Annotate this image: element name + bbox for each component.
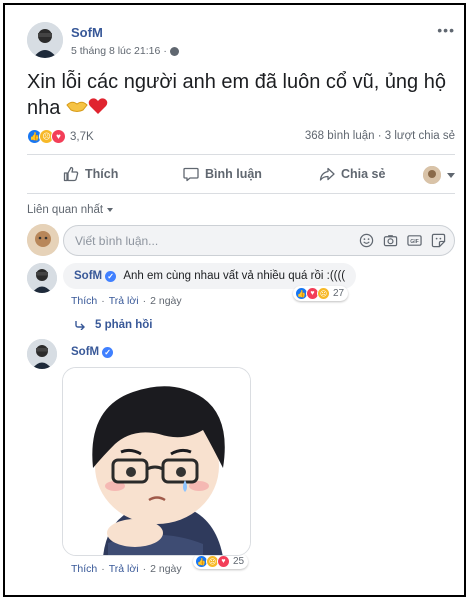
divider [27, 193, 455, 194]
comment-actions: Thích · Trả lời · 2 ngày [71, 563, 182, 575]
comment-sticker[interactable] [62, 367, 251, 556]
comment-placeholder: Viết bình luận... [75, 234, 159, 248]
handshake-emoji-icon [66, 96, 88, 122]
share-button[interactable]: Chia sẻ [319, 166, 385, 182]
comment-reply-link[interactable]: Trả lời [109, 563, 139, 575]
love-reaction-icon: ♥ [217, 555, 230, 568]
commenter-name[interactable]: SofM ✓ [74, 270, 117, 282]
comment-bubble-icon [183, 167, 199, 182]
comment-reaction-count: 25 [233, 556, 245, 567]
divider [27, 154, 455, 155]
separator-dot: · [377, 130, 382, 142]
share-label: Chia sẻ [341, 167, 386, 181]
separator-dot: · [142, 563, 147, 575]
globe-icon [169, 46, 179, 56]
viewer-avatar [27, 224, 59, 256]
share-arrow-icon [319, 167, 335, 181]
like-label: Thích [85, 167, 119, 181]
reply-arrow-icon [75, 321, 85, 330]
chevron-down-icon [107, 208, 114, 212]
reaction-summary[interactable]: 👍 ☹ ♥ 3,7K [27, 129, 94, 144]
comment-time[interactable]: 2 ngày [150, 563, 182, 575]
viewer-avatar [423, 166, 441, 184]
gif-icon[interactable]: GIF [407, 233, 422, 248]
post-stats: 👍 ☹ ♥ 3,7K 368 bình luận · 3 lượt chia s… [27, 129, 455, 147]
author-avatar[interactable] [27, 22, 63, 58]
emoji-icon[interactable] [359, 233, 374, 248]
commenter-avatar[interactable] [27, 263, 57, 293]
author-name[interactable]: SofM [71, 25, 103, 40]
more-options-icon[interactable]: ••• [437, 22, 455, 38]
red-heart-emoji-icon [88, 96, 108, 122]
commenter-avatar[interactable] [27, 339, 57, 369]
sad-boy-sticker-icon [63, 368, 250, 555]
comment-reactions[interactable]: 👍 ☹ ♥ 25 [193, 554, 249, 569]
commenter-name-text: SofM [74, 270, 103, 282]
like-button[interactable]: Thích [63, 166, 118, 182]
sticker-icon[interactable] [431, 233, 446, 248]
comments-shares: 368 bình luận · 3 lượt chia sẻ [305, 130, 455, 142]
comment-count[interactable]: 368 bình luận [305, 130, 375, 142]
sad-reaction-icon: ☹ [317, 287, 330, 300]
separator-dot: · [101, 563, 105, 575]
share-count[interactable]: 3 lượt chia sẻ [385, 130, 455, 142]
commenter-name-text: SofM [71, 346, 100, 358]
post-as-selector[interactable] [423, 166, 455, 184]
love-reaction-icon: ♥ [51, 129, 66, 144]
separator-dot: · [101, 295, 105, 307]
comment-reply-link[interactable]: Trả lời [109, 295, 139, 307]
post-header: SofM 5 tháng 8 lúc 21:16 · ••• [27, 20, 457, 64]
post-meta: 5 tháng 8 lúc 21:16 · [71, 45, 179, 57]
commenter-name[interactable]: SofM ✓ [71, 346, 114, 358]
view-replies-link[interactable]: 5 phản hồi [75, 319, 153, 331]
comment-time[interactable]: 2 ngày [150, 295, 182, 307]
comment-button[interactable]: Bình luận [183, 166, 262, 182]
comment-actions: Thích · Trả lời · 2 ngày [71, 295, 182, 307]
post-text: Xin lỗi các người anh em đã luôn cổ vũ, … [27, 69, 455, 122]
comment-reaction-count: 27 [333, 288, 345, 299]
thumbs-up-icon [63, 166, 79, 182]
comment: SofM ✓ Anh em cùng nhau vất vả nhiều quá… [27, 263, 457, 323]
comment-sort-dropdown[interactable]: Liên quan nhất [27, 204, 114, 216]
comment-like-link[interactable]: Thích [71, 295, 97, 307]
action-bar: Thích Bình luận Chia sẻ [27, 161, 455, 191]
chevron-down-icon [447, 172, 455, 178]
verified-badge-icon: ✓ [102, 346, 114, 358]
comment-text: Anh em cùng nhau vất vả nhiều quá rồi :(… [123, 270, 346, 282]
replies-count: 5 phản hồi [95, 319, 153, 331]
sort-label: Liên quan nhất [27, 204, 104, 216]
separator-dot: · [142, 295, 147, 307]
svg-text:GIF: GIF [410, 239, 419, 245]
composer-tools: GIF [359, 233, 446, 248]
post-card: SofM 5 tháng 8 lúc 21:16 · ••• Xin lỗi c… [3, 3, 466, 597]
camera-icon[interactable] [383, 233, 398, 248]
reaction-count: 3,7K [70, 130, 94, 143]
separator-dot: · [163, 45, 167, 57]
verified-badge-icon: ✓ [105, 270, 117, 282]
comment-input[interactable]: Viết bình luận... GIF [63, 225, 455, 256]
comment-reactions[interactable]: 👍 ♥ ☹ 27 [293, 286, 349, 301]
post-date[interactable]: 5 tháng 8 lúc 21:16 [71, 45, 160, 57]
comment-composer: Viết bình luận... GIF [27, 224, 457, 256]
comment-label: Bình luận [205, 167, 262, 181]
comment-like-link[interactable]: Thích [71, 563, 97, 575]
